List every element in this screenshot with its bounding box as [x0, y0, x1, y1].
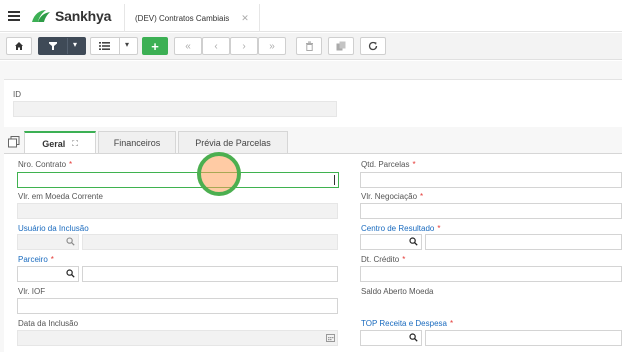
tab-label: Prévia de Parcelas: [195, 137, 271, 148]
expand-icon[interactable]: ⛶: [72, 139, 78, 149]
id-section: ID: [4, 79, 622, 127]
double-chevron-right-icon: »: [269, 40, 275, 52]
sankhya-logo-icon: [30, 8, 52, 24]
tab-previa-parcelas[interactable]: Prévia de Parcelas: [178, 131, 288, 153]
vlr-moeda-corrente-label: Vlr. em Moeda Corrente: [18, 192, 103, 201]
usuario-inclusao-name: [82, 234, 338, 250]
tab-contratos-cambiais[interactable]: (DEV) Contratos Cambiais ✕: [124, 4, 260, 32]
nro-contrato-input[interactable]: [17, 172, 339, 188]
last-record-button[interactable]: »: [258, 37, 286, 55]
parceiro-label[interactable]: Parceiro *: [18, 255, 54, 264]
id-label: ID: [13, 90, 21, 99]
calendar-icon: [326, 334, 335, 344]
delete-button[interactable]: [296, 37, 322, 55]
vlr-iof-input[interactable]: [17, 298, 338, 314]
next-record-button[interactable]: ›: [230, 37, 258, 55]
copy-icon: [336, 41, 346, 51]
tab-title: (DEV) Contratos Cambiais: [135, 13, 230, 23]
first-record-button[interactable]: «: [174, 37, 202, 55]
nro-contrato-label: Nro. Contrato *: [18, 160, 73, 169]
close-icon[interactable]: ✕: [241, 13, 249, 24]
plus-icon: +: [151, 38, 159, 54]
trash-icon: [305, 41, 313, 51]
dt-credito-label: Dt. Crédito *: [361, 255, 406, 264]
tab-label: Geral: [42, 138, 66, 149]
vlr-negociacao-input[interactable]: [360, 203, 622, 219]
double-chevron-left-icon: «: [185, 40, 191, 52]
chevron-down-icon: ▾: [125, 40, 130, 49]
vlr-moeda-corrente-field: [17, 203, 338, 219]
centro-resultado-name-input[interactable]: [425, 234, 622, 250]
toolbar: ▾ ▾ + « ‹ › »: [0, 33, 622, 60]
home-button[interactable]: [6, 37, 32, 55]
top-receita-despesa-label[interactable]: TOP Receita e Despesa *: [361, 319, 453, 328]
tab-geral[interactable]: Geral ⛶: [24, 131, 96, 154]
home-icon: [15, 42, 23, 50]
chevron-left-icon: ‹: [214, 40, 218, 52]
vlr-iof-label: Vlr. IOF: [18, 287, 46, 296]
saldo-aberto-moeda-field: [360, 298, 622, 314]
brand-name: Sankhya: [55, 8, 112, 24]
dt-credito-input[interactable]: [360, 266, 622, 282]
brand-logo: Sankhya: [30, 8, 111, 24]
restore-icon[interactable]: [8, 136, 20, 148]
data-inclusao-label: Data da Inclusão: [18, 319, 79, 328]
filter-icon: [49, 42, 57, 50]
tab-label: Financeiros: [113, 137, 161, 148]
refresh-icon: [368, 41, 378, 51]
saldo-aberto-moeda-label: Saldo Aberto Moeda: [361, 287, 434, 296]
duplicate-button[interactable]: [328, 37, 354, 55]
usuario-inclusao-label[interactable]: Usuário da Inclusão: [18, 224, 89, 233]
chevron-down-icon: ▾: [73, 40, 78, 49]
search-icon: [66, 237, 75, 248]
data-inclusao-field: [17, 330, 338, 346]
id-field[interactable]: [13, 101, 337, 117]
list-icon: [99, 42, 110, 50]
search-icon[interactable]: [409, 333, 418, 344]
search-icon[interactable]: [409, 237, 418, 248]
refresh-button[interactable]: [360, 37, 386, 55]
tab-financeiros[interactable]: Financeiros: [98, 131, 176, 153]
search-icon[interactable]: [66, 269, 75, 280]
qtd-parcelas-input[interactable]: [360, 172, 622, 188]
top-receita-name-input[interactable]: [425, 330, 622, 346]
chevron-right-icon: ›: [242, 40, 246, 52]
list-view-button[interactable]: ▾: [90, 37, 138, 55]
qtd-parcelas-label: Qtd. Parcelas *: [361, 160, 416, 169]
vlr-negociacao-label: Vlr. Negociação *: [361, 192, 424, 201]
filter-button[interactable]: ▾: [38, 37, 86, 55]
top-bar: Sankhya (DEV) Contratos Cambiais ✕: [0, 0, 622, 32]
prev-record-button[interactable]: ‹: [202, 37, 230, 55]
menu-icon[interactable]: [8, 11, 20, 21]
parceiro-name-input[interactable]: [82, 266, 338, 282]
click-indicator: [197, 152, 241, 196]
add-button[interactable]: +: [142, 37, 168, 55]
text-cursor: [334, 175, 335, 185]
centro-resultado-label[interactable]: Centro de Resultado *: [361, 224, 441, 233]
